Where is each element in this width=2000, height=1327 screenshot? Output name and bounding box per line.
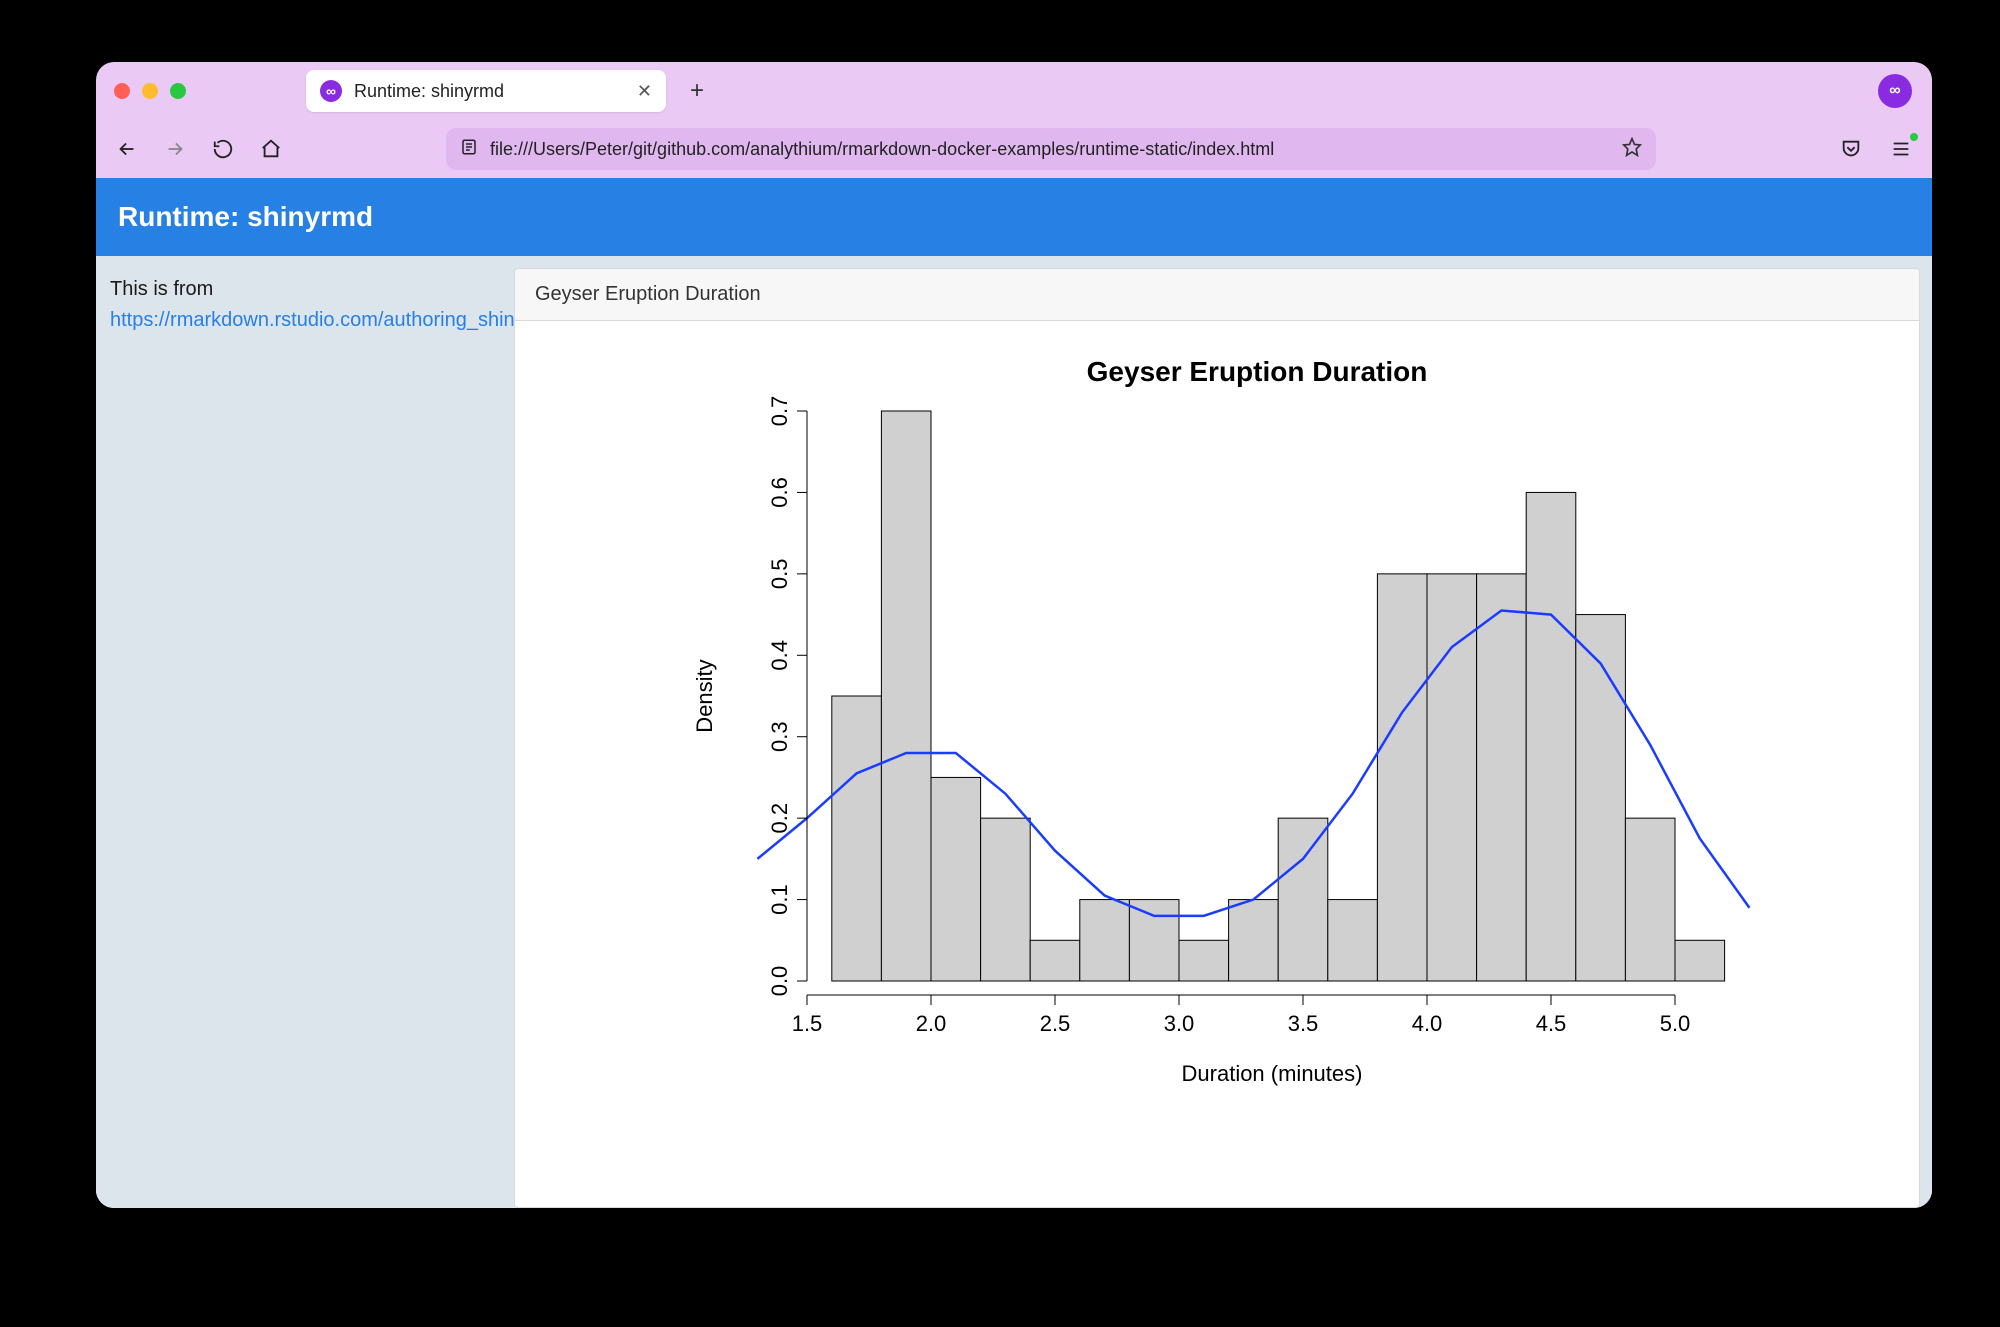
svg-text:5.0: 5.0 [1660, 1011, 1691, 1036]
minimize-window-button[interactable] [142, 83, 158, 99]
svg-text:2.0: 2.0 [916, 1011, 947, 1036]
maximize-window-button[interactable] [170, 83, 186, 99]
svg-text:1.5: 1.5 [792, 1011, 823, 1036]
extension-icon[interactable]: ∞ [1878, 74, 1912, 108]
svg-text:Duration (minutes): Duration (minutes) [1182, 1061, 1363, 1086]
app-header: Runtime: shinyrmd [96, 178, 1932, 256]
app-body: This is from https://rmarkdown.rstudio.c… [96, 256, 1932, 1208]
svg-text:0.1: 0.1 [767, 884, 792, 915]
page-info-icon[interactable] [460, 138, 478, 161]
app-menu-icon[interactable] [1888, 136, 1914, 162]
home-button[interactable] [258, 136, 284, 162]
window-controls [114, 83, 186, 99]
page-viewport: Runtime: shinyrmd This is from https://r… [96, 178, 1932, 1208]
browser-window: ∞ Runtime: shinyrmd ✕ + ∞ file:///Users/… [96, 62, 1932, 1208]
browser-toolbar: file:///Users/Peter/git/github.com/analy… [96, 120, 1932, 178]
svg-text:0.5: 0.5 [767, 559, 792, 590]
svg-text:2.5: 2.5 [1040, 1011, 1071, 1036]
svg-text:0.6: 0.6 [767, 477, 792, 508]
toolbar-right [1838, 136, 1914, 162]
svg-text:0.4: 0.4 [767, 640, 792, 671]
pocket-icon[interactable] [1838, 136, 1864, 162]
tab-strip: ∞ Runtime: shinyrmd ✕ + ∞ [96, 62, 1932, 120]
tab-favicon-icon: ∞ [320, 80, 342, 102]
svg-text:3.5: 3.5 [1288, 1011, 1319, 1036]
back-button[interactable] [114, 136, 140, 162]
svg-text:0.7: 0.7 [767, 396, 792, 427]
new-tab-button[interactable]: + [682, 77, 712, 105]
svg-text:4.5: 4.5 [1536, 1011, 1567, 1036]
url-text: file:///Users/Peter/git/github.com/analy… [490, 139, 1610, 160]
panel-title: Geyser Eruption Duration [515, 269, 1919, 321]
sidebar: This is from https://rmarkdown.rstudio.c… [96, 256, 514, 1208]
plot-container: 1.5 2.0 2.5 3.0 3.5 4.0 4.5 5.0 0.0 0.1 0.2 0.3 0.4 0… [515, 321, 1919, 1207]
svg-text:3.0: 3.0 [1164, 1011, 1195, 1036]
svg-text:0.3: 0.3 [767, 721, 792, 752]
forward-button[interactable] [162, 136, 188, 162]
svg-text:4.0: 4.0 [1412, 1011, 1443, 1036]
bookmark-star-icon[interactable] [1622, 137, 1642, 162]
address-bar[interactable]: file:///Users/Peter/git/github.com/analy… [446, 128, 1656, 170]
browser-tab[interactable]: ∞ Runtime: shinyrmd ✕ [306, 70, 666, 112]
main-panel: Geyser Eruption Duration 1.5 2.0 2.5 3.0 3.5… [514, 268, 1920, 1208]
svg-text:0.0: 0.0 [767, 966, 792, 997]
histogram-plot: 1.5 2.0 2.5 3.0 3.5 4.0 4.5 5.0 0.0 0.1 0.2 0.3 0.4 0… [657, 351, 1777, 1111]
reload-button[interactable] [210, 136, 236, 162]
svg-text:Density: Density [692, 659, 717, 732]
sidebar-text: This is from [110, 278, 213, 300]
close-tab-button[interactable]: ✕ [637, 81, 652, 102]
svg-text:Geyser Eruption Duration: Geyser Eruption Duration [1087, 356, 1428, 387]
close-window-button[interactable] [114, 83, 130, 99]
app-title: Runtime: shinyrmd [118, 201, 373, 233]
tab-title: Runtime: shinyrmd [354, 81, 625, 102]
svg-text:0.2: 0.2 [767, 803, 792, 834]
